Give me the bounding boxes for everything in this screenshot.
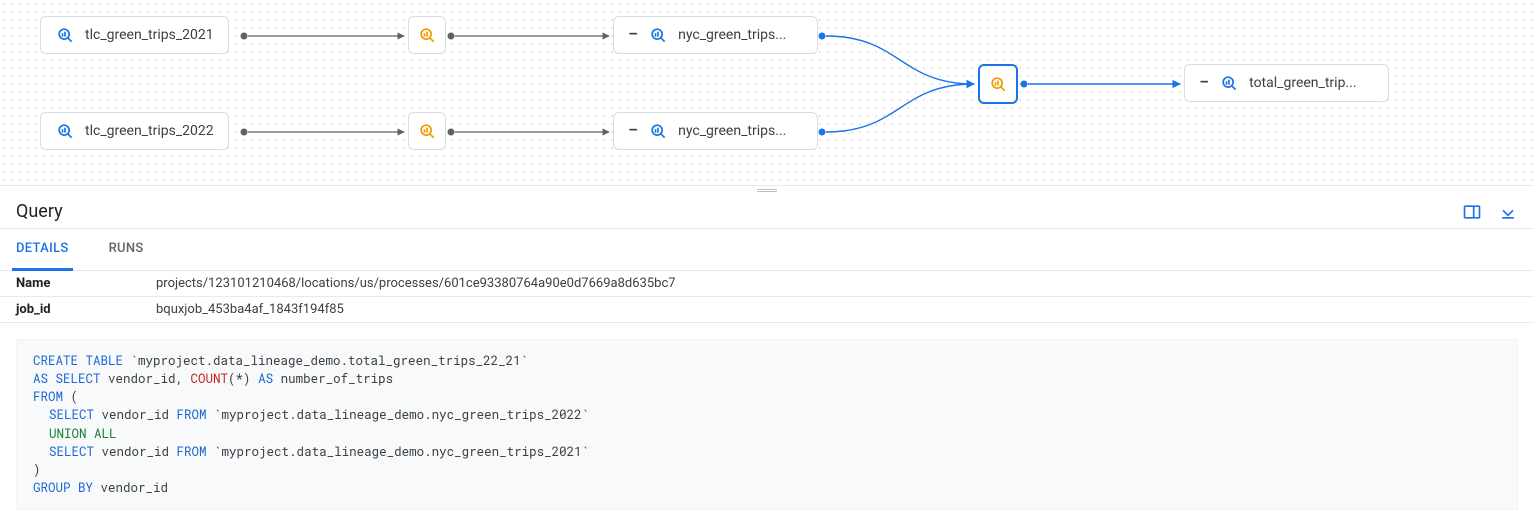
table-row: Name projects/123101210468/locations/us/… — [0, 271, 1534, 297]
tab-details[interactable]: DETAILS — [12, 229, 73, 271]
node-op-merge[interactable] — [978, 64, 1018, 104]
table-row: job_id bquxjob_453ba4af_1843f194f85 — [0, 297, 1534, 323]
collapse-icon[interactable]: − — [1199, 74, 1209, 92]
node-label: tlc_green_trips_2022 — [85, 123, 214, 139]
details-table: Name projects/123101210468/locations/us/… — [0, 271, 1534, 323]
detail-val: projects/123101210468/locations/us/proce… — [140, 271, 1534, 297]
node-label: tlc_green_trips_2021 — [85, 27, 214, 43]
lineage-canvas[interactable]: tlc_green_trips_2021 − nyc_green_trips..… — [0, 0, 1534, 185]
bigquery-icon — [417, 121, 437, 141]
detail-key: Name — [0, 271, 140, 297]
collapse-panel-icon[interactable] — [1498, 202, 1518, 222]
node-tlc-2021[interactable]: tlc_green_trips_2021 — [40, 16, 229, 54]
panel-title: Query — [16, 201, 63, 222]
bigquery-icon — [1219, 73, 1239, 93]
bigquery-icon — [417, 25, 437, 45]
node-nyc-2021[interactable]: − nyc_green_trips... — [613, 16, 818, 54]
bigquery-icon — [648, 25, 668, 45]
bigquery-icon — [55, 121, 75, 141]
node-op-1[interactable] — [408, 16, 446, 54]
node-tlc-2022[interactable]: tlc_green_trips_2022 — [40, 112, 229, 150]
split-view-icon[interactable] — [1462, 202, 1482, 222]
panel-header: Query — [0, 195, 1534, 229]
node-label: nyc_green_trips... — [678, 27, 786, 43]
node-label: total_green_trip... — [1249, 75, 1356, 91]
node-label: nyc_green_trips... — [678, 123, 786, 139]
node-op-2[interactable] — [408, 112, 446, 150]
node-nyc-2022[interactable]: − nyc_green_trips... — [613, 112, 818, 150]
collapse-icon[interactable]: − — [628, 122, 638, 140]
bigquery-icon — [55, 25, 75, 45]
node-total[interactable]: − total_green_trip... — [1184, 64, 1389, 102]
sql-code: CREATE TABLE `myproject.data_lineage_dem… — [16, 339, 1518, 510]
tabs: DETAILS RUNS — [0, 229, 1534, 271]
bigquery-icon — [988, 74, 1008, 94]
detail-key: job_id — [0, 297, 140, 323]
detail-val: bquxjob_453ba4af_1843f194f85 — [140, 297, 1534, 323]
bigquery-icon — [648, 121, 668, 141]
panel-splitter[interactable] — [0, 185, 1534, 195]
collapse-icon[interactable]: − — [628, 26, 638, 44]
tab-runs[interactable]: RUNS — [105, 229, 148, 270]
